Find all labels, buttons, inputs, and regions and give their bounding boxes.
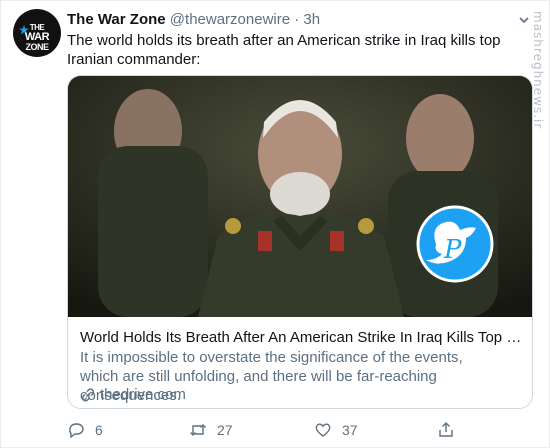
reply-button[interactable]: 6 <box>67 419 103 441</box>
card-title[interactable]: World Holds Its Breath After An American… <box>80 328 524 347</box>
retweet-button[interactable]: 27 <box>189 419 233 441</box>
like-button[interactable]: 37 <box>314 419 358 441</box>
tweet[interactable]: THE WAR ZONE The War Zone @thewarzonewir… <box>0 0 550 448</box>
avatar[interactable]: THE WAR ZONE <box>13 9 61 57</box>
card-domain-text: thedrive.com <box>100 386 186 403</box>
share-icon <box>439 422 453 437</box>
retweet-icon <box>190 424 206 436</box>
reply-count: 6 <box>95 422 103 438</box>
card-photo: P <box>68 76 532 317</box>
avatar-logo-text: ZONE <box>25 42 49 52</box>
link-card[interactable]: P World Holds Its Breath After An Americ… <box>67 75 533 409</box>
tweet-timestamp[interactable]: 3h <box>303 11 320 28</box>
svg-text:P: P <box>443 235 462 265</box>
link-icon <box>81 388 95 402</box>
reply-icon <box>69 423 84 439</box>
watermark: mashreghnews.ir <box>531 11 545 130</box>
tweet-header: The War Zone @thewarzonewire · 3h <box>67 11 509 29</box>
like-count: 37 <box>342 422 358 438</box>
share-button[interactable] <box>437 419 455 441</box>
separator-dot: · <box>294 11 300 28</box>
tweet-text: The world holds its breath after an Amer… <box>67 32 501 68</box>
author-name[interactable]: The War Zone <box>67 11 166 28</box>
retweet-count: 27 <box>217 422 233 438</box>
author-handle[interactable]: @thewarzonewire <box>170 11 290 28</box>
heart-icon <box>315 423 331 437</box>
card-image[interactable]: P <box>68 76 532 317</box>
card-domain[interactable]: thedrive.com <box>80 386 186 404</box>
chevron-down-icon[interactable] <box>517 13 531 27</box>
tweet-actions: 6 27 37 <box>67 419 517 441</box>
